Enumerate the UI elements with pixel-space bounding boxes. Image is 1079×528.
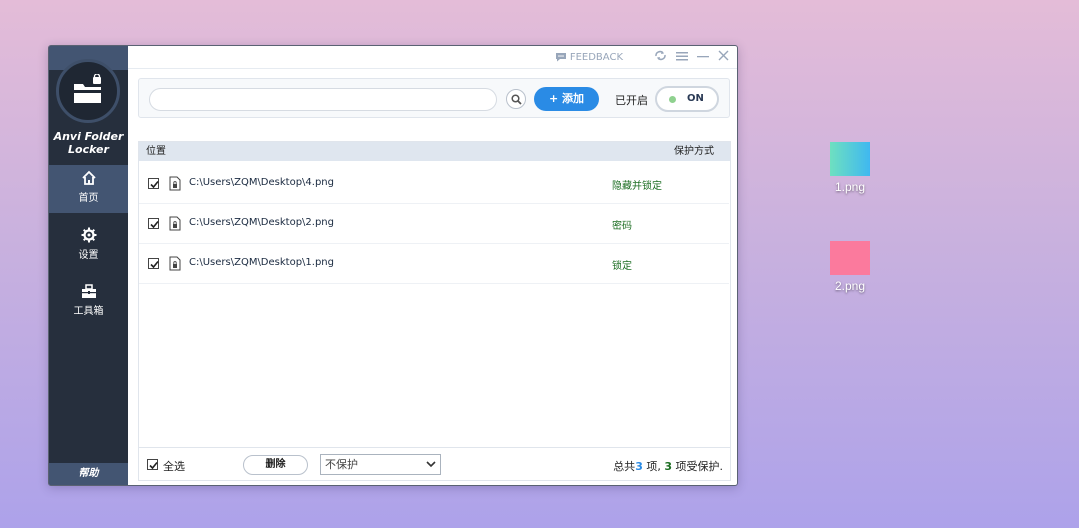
protected-count: 3 <box>664 460 672 473</box>
app-name-line1: Anvi Folder <box>53 130 124 143</box>
delete-button[interactable]: 删除 <box>243 455 308 475</box>
search-icon <box>511 94 522 105</box>
summary-prefix: 总共 <box>613 460 636 473</box>
sidebar: Anvi Folder Locker 首页 设置 工具箱 帮助 <box>49 46 128 485</box>
checkmark-icon <box>150 180 159 189</box>
menu-icon[interactable] <box>676 46 688 69</box>
summary-text: 总共3 项, 3 项受保护. <box>613 458 723 474</box>
row-checkbox[interactable] <box>148 178 159 189</box>
feedback-label: FEEDBACK <box>569 51 623 63</box>
select-all-label[interactable]: 全选 <box>163 458 185 474</box>
select-value: 不保护 <box>325 458 358 471</box>
protected-files-table: 位置 保护方式 C:\Users\ZQM\Desktop\4.png 隐藏并锁定… <box>138 141 731 481</box>
total-count: 3 <box>635 460 643 473</box>
add-button[interactable]: + 添加 <box>534 87 599 111</box>
app-logo <box>56 59 120 123</box>
image-thumbnail-icon <box>830 142 870 176</box>
help-button[interactable]: 帮助 <box>49 463 128 485</box>
row-checkbox[interactable] <box>148 218 159 229</box>
sidebar-item-label: 工具箱 <box>73 306 104 317</box>
app-name-line2: Locker <box>68 143 109 156</box>
toggle-label: ON <box>687 93 704 104</box>
title-bar: FEEDBACK <box>128 46 737 69</box>
refresh-icon[interactable] <box>654 46 667 69</box>
status-dot-icon <box>669 96 676 103</box>
minimize-icon[interactable] <box>697 46 709 69</box>
column-header-mode[interactable]: 保护方式 <box>674 142 714 161</box>
sidebar-item-label: 设置 <box>78 250 99 261</box>
search-input[interactable] <box>149 88 497 111</box>
sidebar-item-settings[interactable]: 设置 <box>49 222 128 270</box>
search-button[interactable] <box>506 89 526 109</box>
select-all-checkbox[interactable] <box>147 459 158 470</box>
sidebar-item-label: 首页 <box>78 193 99 204</box>
table-row[interactable]: C:\Users\ZQM\Desktop\4.png 隐藏并锁定 <box>139 164 729 204</box>
table-header: 位置 保护方式 <box>139 142 730 161</box>
protection-mode-select[interactable]: 不保护 <box>320 454 441 475</box>
table-row[interactable]: C:\Users\ZQM\Desktop\2.png 密码 <box>139 204 729 244</box>
toolbar: + 添加 已开启 ON <box>138 78 730 118</box>
file-path: C:\Users\ZQM\Desktop\2.png <box>189 217 334 228</box>
feedback-link[interactable]: FEEDBACK <box>555 52 623 63</box>
summary-suffix: 项受保护. <box>672 460 723 473</box>
row-checkbox[interactable] <box>148 258 159 269</box>
table-footer: 全选 删除 不保护 总共3 项, 3 项受保护. <box>139 447 730 480</box>
locked-file-icon <box>169 216 181 231</box>
protection-mode: 密码 <box>612 221 632 232</box>
chevron-down-icon <box>426 461 436 468</box>
desktop-file-name: 1.png <box>834 180 866 194</box>
app-window: Anvi Folder Locker 首页 设置 工具箱 帮助 FEEDBACK… <box>48 45 738 486</box>
protection-toggle[interactable]: ON <box>655 86 719 112</box>
protection-mode: 锁定 <box>612 261 632 272</box>
summary-mid: 项, <box>642 460 665 473</box>
locked-file-icon <box>169 176 181 191</box>
toolbox-icon <box>49 278 128 300</box>
locked-folder-icon <box>74 74 101 103</box>
desktop-file-2png[interactable]: 2.png <box>820 241 880 293</box>
column-header-path[interactable]: 位置 <box>146 142 166 161</box>
gear-icon <box>49 222 128 244</box>
image-thumbnail-icon <box>830 241 870 275</box>
app-name: Anvi Folder Locker <box>49 130 128 156</box>
table-row[interactable]: C:\Users\ZQM\Desktop\1.png 锁定 <box>139 244 729 284</box>
checkmark-icon <box>150 260 159 269</box>
checkmark-icon <box>149 461 158 470</box>
sidebar-item-toolbox[interactable]: 工具箱 <box>49 278 128 326</box>
sidebar-item-home[interactable]: 首页 <box>49 165 128 213</box>
protection-mode: 隐藏并锁定 <box>612 181 662 192</box>
checkmark-icon <box>150 220 159 229</box>
protection-status-label: 已开启 <box>615 94 648 107</box>
close-icon[interactable] <box>718 46 729 69</box>
file-path: C:\Users\ZQM\Desktop\1.png <box>189 257 334 268</box>
desktop-file-name: 2.png <box>834 279 866 293</box>
desktop-file-1png[interactable]: 1.png <box>820 142 880 194</box>
file-path: C:\Users\ZQM\Desktop\4.png <box>189 177 334 188</box>
locked-file-icon <box>169 256 181 271</box>
chat-bubble-icon <box>555 53 566 62</box>
home-icon <box>49 165 128 187</box>
